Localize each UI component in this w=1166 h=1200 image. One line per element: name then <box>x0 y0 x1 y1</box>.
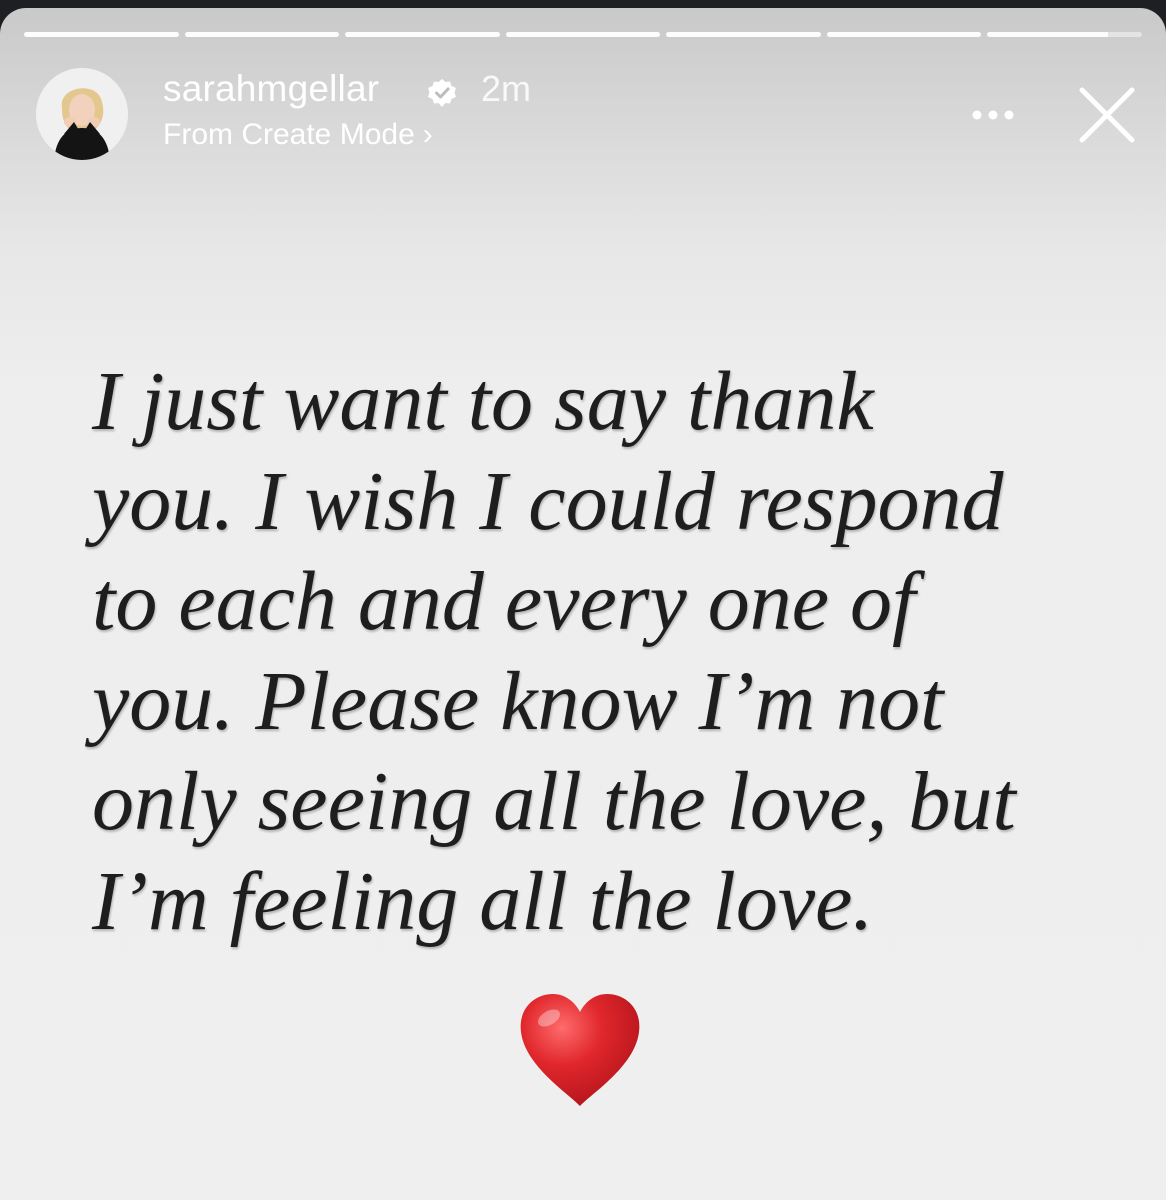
story-text-line: to each and every one of <box>92 555 916 648</box>
progress-segment-current <box>987 32 1143 37</box>
story-text-line: I just want to say thank <box>92 355 874 448</box>
story-viewer[interactable]: sarahmgellar 2m From Create Mode › I just… <box>0 8 1166 1200</box>
create-mode-label: From Create Mode <box>163 118 415 151</box>
heart-icon <box>520 994 640 1106</box>
progress-segment <box>345 32 500 37</box>
story-text: I just want to say thank you. I wish I c… <box>92 352 1092 952</box>
create-mode-link[interactable]: From Create Mode › <box>163 118 433 152</box>
progress-segment <box>505 32 661 37</box>
close-icon[interactable] <box>1076 84 1138 146</box>
avatar-image <box>36 68 128 160</box>
progress-segment <box>24 32 179 37</box>
more-options-icon[interactable] <box>968 100 1018 130</box>
avatar[interactable] <box>36 68 128 160</box>
story-progress-bar <box>24 32 1143 38</box>
verified-badge-icon <box>428 79 456 107</box>
progress-segment <box>184 32 340 37</box>
progress-segment <box>666 32 821 37</box>
story-timestamp: 2m <box>481 68 532 109</box>
username[interactable]: sarahmgellar <box>163 68 379 110</box>
app-frame: sarahmgellar 2m From Create Mode › I just… <box>0 0 1166 1200</box>
story-text-line: I’m feeling all the love. <box>92 855 874 948</box>
story-text-line: you. Please know I’m not <box>92 655 944 748</box>
story-text-line: you. I wish I could respond <box>92 455 1004 548</box>
story-text-line: only seeing all the love, but <box>92 755 1016 848</box>
progress-segment <box>826 32 982 37</box>
chevron-right-icon: › <box>422 118 433 151</box>
